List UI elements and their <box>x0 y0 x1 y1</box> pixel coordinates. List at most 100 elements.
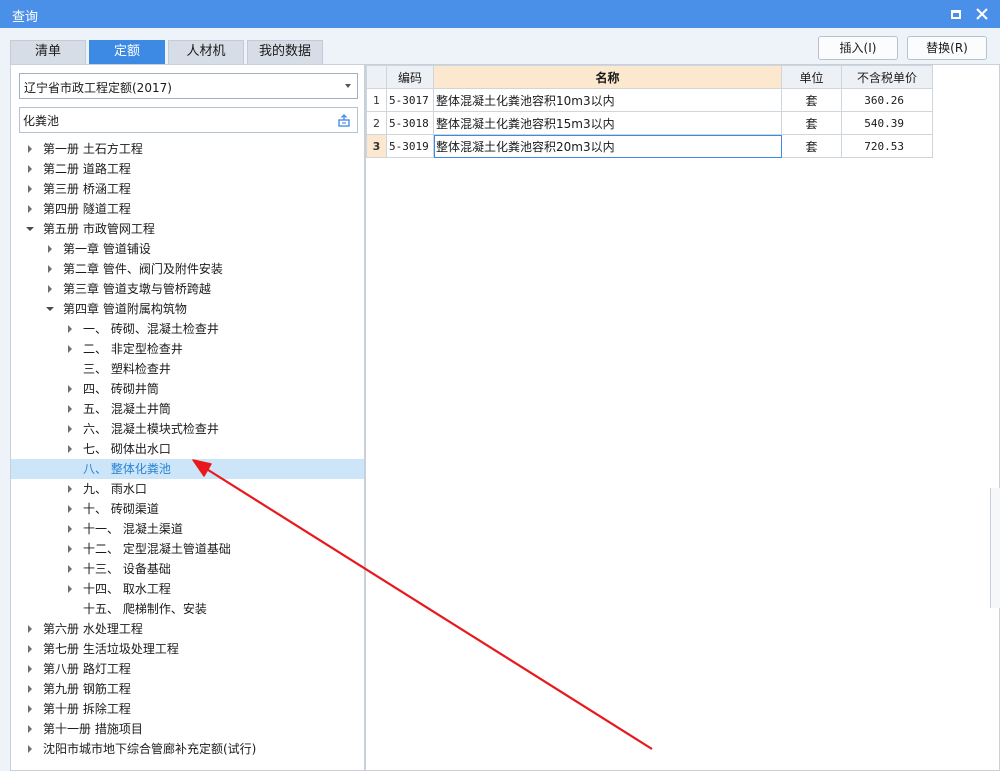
expand-icon[interactable] <box>25 699 37 719</box>
tree-item[interactable]: 第一章 管道铺设 <box>11 239 364 259</box>
tree-item[interactable]: 第二章 管件、阀门及附件安装 <box>11 259 364 279</box>
expand-icon[interactable] <box>65 559 77 579</box>
expand-icon[interactable] <box>25 139 37 159</box>
tree-item[interactable]: 九、 雨水口 <box>11 479 364 499</box>
tree-item[interactable]: 第八册 路灯工程 <box>11 659 364 679</box>
cell-price[interactable]: 540.39 <box>841 111 933 135</box>
tree-item[interactable]: 第十册 拆除工程 <box>11 699 364 719</box>
header-code[interactable]: 编码 <box>386 65 434 89</box>
cell-name[interactable]: 整体混凝土化粪池容积10m3以内 <box>433 88 782 112</box>
table-row[interactable]: 2 5-3018 整体混凝土化粪池容积15m3以内套 540.39 <box>366 111 933 135</box>
tree-item-label: 五、 混凝土井筒 <box>83 402 171 416</box>
cell-code[interactable]: 5-3019 <box>386 134 434 158</box>
tree-item-label: 十二、 定型混凝土管道基础 <box>83 542 231 556</box>
cell-name[interactable]: 整体混凝土化粪池容积15m3以内 <box>433 111 782 135</box>
tree-item[interactable]: 五、 混凝土井筒 <box>11 399 364 419</box>
expand-icon[interactable] <box>25 719 37 739</box>
expand-icon[interactable] <box>25 639 37 659</box>
tree-item[interactable]: 十、 砖砌渠道 <box>11 499 364 519</box>
tree-item[interactable]: 十五、 爬梯制作、安装 <box>11 599 364 619</box>
quota-library-select[interactable]: 辽宁省市政工程定额(2017) <box>19 73 358 99</box>
row-number[interactable]: 2 <box>366 111 387 135</box>
tab-3[interactable]: 我的数据 <box>247 40 323 64</box>
tree-item[interactable]: 六、 混凝土模块式检查井 <box>11 419 364 439</box>
tree-item[interactable]: 七、 砌体出水口 <box>11 439 364 459</box>
expand-icon[interactable] <box>45 279 57 299</box>
tree-item[interactable]: 十一、 混凝土渠道 <box>11 519 364 539</box>
search-input[interactable] <box>23 110 333 130</box>
header-name[interactable]: 名称 <box>433 65 782 89</box>
cell-unit[interactable]: 套 <box>781 111 842 135</box>
cell-price[interactable]: 720.53 <box>841 134 933 158</box>
tree-item-label: 十三、 设备基础 <box>83 562 171 576</box>
tree-item[interactable]: 四、 砖砌井筒 <box>11 379 364 399</box>
tree-item[interactable]: 一、 砖砌、混凝土检查井 <box>11 319 364 339</box>
expand-icon[interactable] <box>65 479 77 499</box>
cell-code[interactable]: 5-3017 <box>386 88 434 112</box>
header-price[interactable]: 不含税单价 <box>841 65 933 89</box>
tree-item[interactable]: 十三、 设备基础 <box>11 559 364 579</box>
row-number[interactable]: 1 <box>366 88 387 112</box>
tree-item[interactable]: 三、 塑料检查井 <box>11 359 364 379</box>
expand-icon[interactable] <box>25 619 37 639</box>
tree-item-label: 第三章 管道支墩与管桥跨越 <box>63 282 211 296</box>
tab-2[interactable]: 人材机 <box>168 40 244 64</box>
table-row[interactable]: 3 5-3019 整体混凝土化粪池容积20m3以内套 720.53 <box>366 134 933 158</box>
tree-item[interactable]: 第四章 管道附属构筑物 <box>11 299 364 319</box>
tree-item[interactable]: 第十一册 措施项目 <box>11 719 364 739</box>
maximize-button[interactable] <box>946 4 966 24</box>
expand-icon[interactable] <box>25 739 37 759</box>
tree-item-label: 第二章 管件、阀门及附件安装 <box>63 262 223 276</box>
replace-button[interactable]: 替换(R) <box>907 36 987 60</box>
tree-item[interactable]: 八、 整体化粪池 <box>11 459 364 479</box>
expand-icon[interactable] <box>65 379 77 399</box>
tree-item[interactable]: 第四册 隧道工程 <box>11 199 364 219</box>
expand-icon[interactable] <box>45 259 57 279</box>
expand-icon[interactable] <box>65 419 77 439</box>
insert-button[interactable]: 插入(I) <box>818 36 898 60</box>
row-number[interactable]: 3 <box>366 134 387 158</box>
expand-icon[interactable] <box>25 659 37 679</box>
expand-icon[interactable] <box>65 319 77 339</box>
collapse-icon[interactable] <box>25 219 37 239</box>
expand-icon[interactable] <box>65 439 77 459</box>
tree-item[interactable]: 第一册 土石方工程 <box>11 139 364 159</box>
tree-item[interactable]: 第二册 道路工程 <box>11 159 364 179</box>
table-row[interactable]: 1 5-3017 整体混凝土化粪池容积10m3以内套 360.26 <box>366 88 933 112</box>
header-unit[interactable]: 单位 <box>781 65 842 89</box>
expand-icon[interactable] <box>25 199 37 219</box>
tree-item[interactable]: 二、 非定型检查井 <box>11 339 364 359</box>
expand-icon[interactable] <box>65 499 77 519</box>
cell-name[interactable]: 整体混凝土化粪池容积20m3以内 <box>433 134 782 158</box>
tab-0[interactable]: 清单 <box>10 40 86 64</box>
close-button[interactable] <box>972 4 992 24</box>
tree-item[interactable]: 第七册 生活垃圾处理工程 <box>11 639 364 659</box>
expand-icon[interactable] <box>25 179 37 199</box>
expand-icon[interactable] <box>65 579 77 599</box>
cell-price[interactable]: 360.26 <box>841 88 933 112</box>
tree-item[interactable]: 沈阳市城市地下综合管廊补充定额(试行) <box>11 739 364 759</box>
expand-icon[interactable] <box>25 159 37 179</box>
tree-item[interactable]: 十二、 定型混凝土管道基础 <box>11 539 364 559</box>
tree-item[interactable]: 十四、 取水工程 <box>11 579 364 599</box>
tree-item-label: 十四、 取水工程 <box>83 582 171 596</box>
expand-icon[interactable] <box>25 679 37 699</box>
search-icon[interactable] <box>337 114 351 128</box>
tree-item[interactable]: 第六册 水处理工程 <box>11 619 364 639</box>
cell-unit[interactable]: 套 <box>781 88 842 112</box>
tree-item[interactable]: 第三章 管道支墩与管桥跨越 <box>11 279 364 299</box>
tree-item[interactable]: 第九册 钢筋工程 <box>11 679 364 699</box>
expand-icon[interactable] <box>65 519 77 539</box>
collapse-icon[interactable] <box>45 299 57 319</box>
quota-grid-panel: 编码 名称 单位 不含税单价 1 5-3017 整体混凝土化粪池容积10m3以内套 3… <box>365 64 1000 771</box>
expand-icon[interactable] <box>45 239 57 259</box>
cell-code[interactable]: 5-3018 <box>386 111 434 135</box>
expand-icon[interactable] <box>65 339 77 359</box>
tab-1[interactable]: 定额 <box>89 40 165 64</box>
tree-item-label: 一、 砖砌、混凝土检查井 <box>83 322 219 336</box>
cell-unit[interactable]: 套 <box>781 134 842 158</box>
tree-item[interactable]: 第三册 桥涵工程 <box>11 179 364 199</box>
expand-icon[interactable] <box>65 399 77 419</box>
tree-item[interactable]: 第五册 市政管网工程 <box>11 219 364 239</box>
expand-icon[interactable] <box>65 539 77 559</box>
